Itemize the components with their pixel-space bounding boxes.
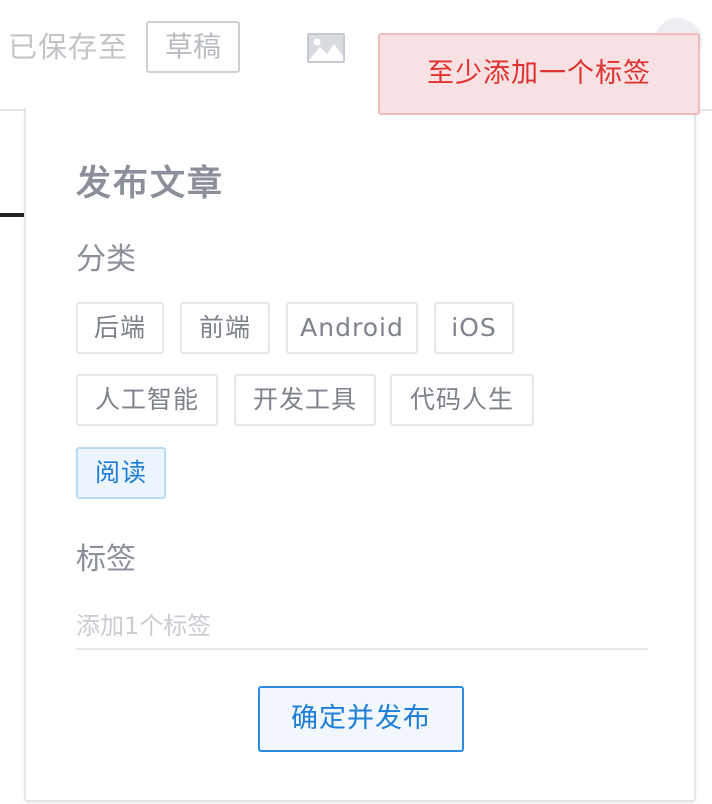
image-icon[interactable]: [306, 32, 346, 64]
tag-input[interactable]: [76, 604, 648, 650]
tags-label: 标签: [76, 542, 136, 577]
editor-divider: [0, 213, 24, 217]
category-chip-reading[interactable]: 阅读: [76, 447, 166, 499]
drafts-link[interactable]: 草稿: [146, 21, 240, 73]
category-chip-ios[interactable]: iOS: [434, 302, 514, 354]
panel-title: 发布文章: [76, 164, 225, 204]
category-chip-backend[interactable]: 后端: [76, 302, 164, 354]
save-status-text: 已保存至: [8, 30, 129, 64]
category-chip-code-life[interactable]: 代码人生: [390, 374, 534, 426]
category-chip-ai[interactable]: 人工智能: [76, 374, 218, 426]
category-label: 分类: [76, 242, 136, 277]
publish-button[interactable]: 确定并发布: [258, 686, 464, 752]
error-toast: 至少添加一个标签: [378, 33, 700, 115]
category-chip-devtools[interactable]: 开发工具: [234, 374, 376, 426]
category-chip-frontend[interactable]: 前端: [180, 302, 270, 354]
editor-page: 已保存至 草稿 至少添加一个标签 发布文章 分类 后端 前端 Android i…: [0, 0, 712, 804]
category-chip-android[interactable]: Android: [286, 302, 418, 354]
publish-panel: 发布文章 分类 后端 前端 Android iOS 人工智能 开发工具 代码人生…: [24, 108, 696, 802]
